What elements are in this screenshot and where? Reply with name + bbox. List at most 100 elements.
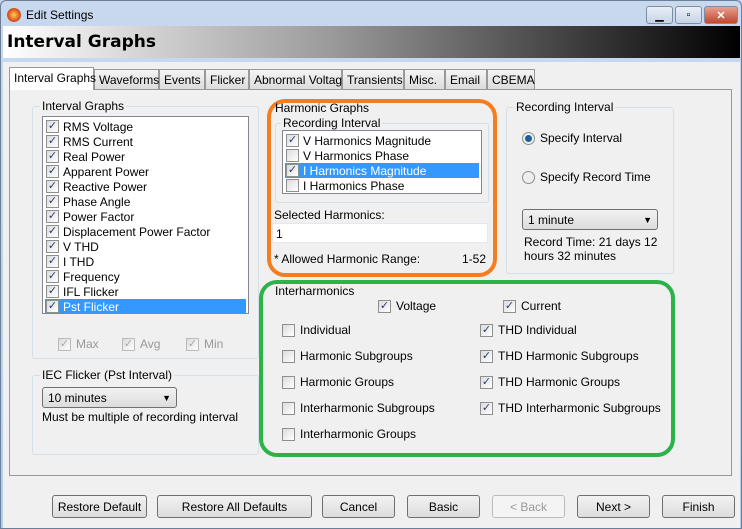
checked-checkbox-icon[interactable]: ✓ <box>46 180 59 193</box>
specify-record-time-radio[interactable]: Specify Record Time <box>522 170 651 184</box>
finish-button[interactable]: Finish <box>662 495 735 518</box>
thd-option-checkbox[interactable]: ✓ THD Interharmonic Subgroups <box>480 401 661 415</box>
tab-cbema[interactable]: CBEMA <box>487 69 535 89</box>
list-item[interactable]: ✓ Real Power <box>45 149 246 164</box>
tab-transients[interactable]: Transients <box>342 69 404 89</box>
unchecked-checkbox-icon[interactable] <box>282 323 295 337</box>
unchecked-checkbox-icon[interactable] <box>286 179 299 192</box>
interval-graphs-list[interactable]: ✓ RMS Voltage ✓ RMS Current ✓ Real Power ✓ Appa… <box>42 116 249 314</box>
unchecked-checkbox-icon[interactable] <box>282 375 295 389</box>
list-item[interactable]: ✓ IFL Flicker <box>45 284 246 299</box>
checked-checkbox-icon[interactable]: ✓ <box>46 270 59 283</box>
voltage-checkbox-label: Voltage <box>396 299 437 313</box>
list-item-label: RMS Current <box>63 134 134 149</box>
list-item[interactable]: ✓ RMS Current <box>45 134 246 149</box>
list-item[interactable]: ✓ Apparent Power <box>45 164 246 179</box>
checked-checkbox-icon[interactable]: ✓ <box>480 401 493 415</box>
checked-checkbox-icon[interactable]: ✓ <box>480 375 493 389</box>
interharmonic-option-checkbox[interactable]: Individual <box>282 323 351 337</box>
checked-checkbox-icon[interactable]: ✓ <box>378 299 391 313</box>
tab-waveforms[interactable]: Waveforms <box>94 69 159 89</box>
radio-selected-icon <box>522 131 535 145</box>
next-button[interactable]: Next > <box>577 495 650 518</box>
unchecked-checkbox-icon[interactable] <box>282 349 295 363</box>
avg-checkbox[interactable]: ✓ Avg <box>122 337 160 351</box>
list-item[interactable]: ✓ Power Factor <box>45 209 246 224</box>
harmonic-graphs-list[interactable]: ✓ V Harmonics Magnitude V Harmonics Phase ✓… <box>282 130 482 194</box>
checked-checkbox-icon[interactable]: ✓ <box>46 150 59 163</box>
specify-interval-radio[interactable]: Specify Interval <box>522 131 622 145</box>
interharmonic-option-checkbox[interactable]: Interharmonic Subgroups <box>282 401 435 415</box>
avg-label: Avg <box>140 337 161 351</box>
tab-email[interactable]: Email <box>445 69 487 89</box>
restore-default-button[interactable]: Restore Default <box>52 495 147 518</box>
interharmonic-option-checkbox[interactable]: Harmonic Subgroups <box>282 349 413 363</box>
list-item-label: Frequency <box>63 269 120 284</box>
checked-checkbox-icon[interactable]: ✓ <box>286 134 299 147</box>
tab-flicker[interactable]: Flicker <box>205 69 249 89</box>
checked-checkbox-icon[interactable]: ✓ <box>46 135 59 148</box>
list-item-label: Real Power <box>63 149 126 164</box>
tab-misc[interactable]: Misc. <box>404 69 445 89</box>
pst-interval-select[interactable]: 10 minutes ▼ <box>42 387 177 408</box>
checked-checkbox-icon[interactable]: ✓ <box>46 210 59 223</box>
app-icon <box>7 8 21 22</box>
checked-checkbox-icon[interactable]: ✓ <box>46 285 59 298</box>
checked-checkbox-icon[interactable]: ✓ <box>46 195 59 208</box>
unchecked-checkbox-icon[interactable] <box>282 401 295 415</box>
unchecked-checkbox-icon[interactable] <box>282 427 295 441</box>
close-button[interactable]: ✕ <box>704 6 738 24</box>
checked-checkbox-icon[interactable]: ✓ <box>480 323 493 337</box>
back-button[interactable]: < Back <box>492 495 565 518</box>
pst-interval-note: Must be multiple of recording interval <box>42 410 239 424</box>
list-item[interactable]: ✓ Reactive Power <box>45 179 246 194</box>
tab-abnormal-voltage[interactable]: Abnormal Voltage <box>249 69 349 89</box>
list-item[interactable]: ✓ V Harmonics Magnitude <box>285 133 479 148</box>
voltage-checkbox[interactable]: ✓ Voltage <box>378 299 436 313</box>
recording-interval-select[interactable]: 1 minute ▼ <box>522 209 658 230</box>
checked-checkbox-icon[interactable]: ✓ <box>503 299 516 313</box>
min-checkbox[interactable]: ✓ Min <box>186 337 223 351</box>
checked-checkbox-icon[interactable]: ✓ <box>46 225 59 238</box>
list-item[interactable]: ✓ Phase Angle <box>45 194 246 209</box>
list-item[interactable]: ✓ Frequency <box>45 269 246 284</box>
cancel-button[interactable]: Cancel <box>322 495 395 518</box>
interharmonic-option-checkbox[interactable]: Harmonic Groups <box>282 375 394 389</box>
list-item[interactable]: ✓ I Harmonics Magnitude <box>285 163 479 178</box>
maximize-button[interactable]: ▫ <box>675 6 702 24</box>
thd-option-checkbox[interactable]: ✓ THD Individual <box>480 323 577 337</box>
list-item-label: I THD <box>63 254 95 269</box>
list-item[interactable]: ✓ I THD <box>45 254 246 269</box>
list-item-label: Displacement Power Factor <box>63 224 211 239</box>
checked-checkbox-icon[interactable]: ✓ <box>480 349 493 363</box>
restore-all-defaults-button[interactable]: Restore All Defaults <box>157 495 312 518</box>
specify-record-time-label: Specify Record Time <box>540 170 651 184</box>
tab-events[interactable]: Events <box>159 69 205 89</box>
tab-interval-graphs[interactable]: Interval Graphs <box>9 67 96 90</box>
list-item[interactable]: ✓ Pst Flicker <box>45 299 246 314</box>
basic-button[interactable]: Basic <box>407 495 480 518</box>
checked-checkbox-icon[interactable]: ✓ <box>46 165 59 178</box>
checked-checkbox-icon[interactable]: ✓ <box>46 120 59 133</box>
checked-checkbox-icon[interactable]: ✓ <box>46 240 59 253</box>
thd-option-checkbox[interactable]: ✓ THD Harmonic Groups <box>480 375 620 389</box>
allowed-range-value: 1-52 <box>462 252 487 266</box>
checked-checkbox-icon[interactable]: ✓ <box>46 255 59 268</box>
selected-harmonics-input[interactable]: 1 <box>272 223 488 243</box>
dropdown-arrow-icon: ▼ <box>643 214 652 225</box>
checked-checkbox-icon[interactable]: ✓ <box>46 300 59 313</box>
current-checkbox[interactable]: ✓ Current <box>503 299 561 313</box>
list-item[interactable]: V Harmonics Phase <box>285 148 479 163</box>
interharmonic-option-checkbox[interactable]: Interharmonic Groups <box>282 427 416 441</box>
unchecked-checkbox-icon[interactable] <box>286 149 299 162</box>
thd-option-checkbox[interactable]: ✓ THD Harmonic Subgroups <box>480 349 639 363</box>
list-item[interactable]: ✓ V THD <box>45 239 246 254</box>
minimize-button[interactable]: ▁ <box>646 6 673 24</box>
max-checkbox[interactable]: ✓ Max <box>58 337 99 351</box>
list-item[interactable]: ✓ RMS Voltage <box>45 119 246 134</box>
list-item[interactable]: I Harmonics Phase <box>285 178 479 193</box>
checked-checkbox-icon[interactable]: ✓ <box>286 164 299 177</box>
interharmonic-option-checkbox-label: Individual <box>300 323 351 337</box>
list-item[interactable]: ✓ Displacement Power Factor <box>45 224 246 239</box>
list-item-label: V Harmonics Phase <box>303 148 410 163</box>
